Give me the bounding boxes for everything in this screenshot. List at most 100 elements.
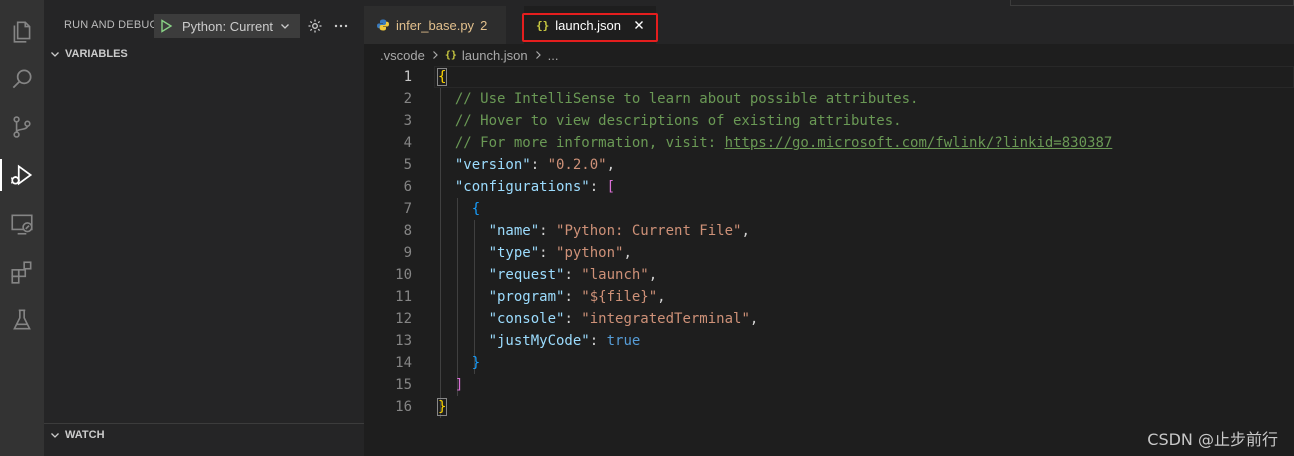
tab-infer-base[interactable]: infer_base.py 2	[364, 6, 506, 44]
line-number: 4	[403, 135, 412, 151]
remote-explorer-icon[interactable]	[6, 208, 38, 240]
code-content: "version": "0.2.0",	[438, 154, 615, 176]
code-content: "console": "integratedTerminal",	[438, 308, 759, 330]
code-token: "name"	[488, 223, 540, 239]
code-token: // For more information, visit:	[438, 135, 725, 151]
code-content: // Hover to view descriptions of existin…	[438, 110, 902, 132]
code-content: }	[436, 396, 448, 418]
code-line[interactable]: 1{	[364, 66, 1294, 88]
code-token: [	[606, 179, 616, 195]
code-content: ]	[438, 374, 463, 396]
code-line[interactable]: 6 "configurations": [	[364, 176, 1294, 198]
json-icon: {}	[444, 49, 457, 61]
code-token: "configurations"	[454, 179, 590, 195]
gear-icon[interactable]	[306, 17, 324, 35]
code-line[interactable]: 2 // Use IntelliSense to learn about pos…	[364, 88, 1294, 110]
watch-section-title: WATCH	[65, 428, 105, 441]
code-line[interactable]: 11 "program": "${file}",	[364, 286, 1294, 308]
line-number: 13	[395, 333, 412, 349]
code-line[interactable]: 12 "console": "integratedTerminal",	[364, 308, 1294, 330]
code-token: "integratedTerminal"	[581, 311, 750, 327]
code-token: // Hover to view descriptions of existin…	[438, 113, 902, 129]
code-token: "python"	[556, 245, 624, 261]
code-token: {	[436, 68, 448, 86]
variables-section-header[interactable]: VARIABLES	[44, 43, 364, 65]
line-number: 7	[403, 201, 412, 217]
code-token: true	[606, 333, 641, 349]
line-number: 12	[395, 311, 412, 327]
breadcrumb-symbols[interactable]: ...	[548, 48, 559, 63]
code-token: "version"	[454, 157, 531, 173]
code-editor[interactable]: 1{2 // Use IntelliSense to learn about p…	[364, 66, 1294, 456]
tab-label: launch.json	[555, 17, 622, 33]
code-token: }	[436, 398, 448, 416]
code-token: "console"	[488, 311, 565, 327]
python-icon	[376, 18, 390, 32]
line-number: 1	[403, 69, 412, 85]
code-line[interactable]: 5 "version": "0.2.0",	[364, 154, 1294, 176]
more-actions-icon[interactable]	[332, 17, 350, 35]
code-line[interactable]: 16}	[364, 396, 1294, 418]
tab-label: infer_base.py	[396, 17, 475, 33]
chevron-down-icon	[279, 20, 291, 32]
extensions-icon[interactable]	[6, 256, 38, 288]
start-debugging-icon[interactable]	[158, 18, 174, 34]
code-token: "${file}"	[581, 289, 658, 305]
code-token: "launch"	[581, 267, 649, 283]
tab-launch-json[interactable]: {} launch.json	[524, 6, 656, 44]
code-line[interactable]: 10 "request": "launch",	[364, 264, 1294, 286]
line-number: 2	[403, 91, 412, 107]
code-line[interactable]: 13 "justMyCode": true	[364, 330, 1294, 352]
code-line[interactable]: 3 // Hover to view descriptions of exist…	[364, 110, 1294, 132]
code-line[interactable]: 4 // For more information, visit: https:…	[364, 132, 1294, 154]
chevron-down-icon	[48, 47, 62, 61]
code-token: ]	[454, 377, 464, 393]
breadcrumb-folder[interactable]: .vscode	[380, 48, 425, 63]
testing-icon[interactable]	[6, 304, 38, 336]
source-control-icon[interactable]	[6, 111, 38, 143]
line-number: 15	[395, 377, 412, 393]
code-token: "0.2.0"	[547, 157, 607, 173]
explorer-icon[interactable]	[6, 16, 38, 48]
code-token: :	[589, 333, 607, 349]
json-icon: {}	[536, 18, 550, 32]
code-token: :	[589, 179, 607, 195]
code-token: ,	[606, 157, 616, 173]
code-token: ,	[741, 223, 750, 239]
code-line[interactable]: 14 }	[364, 352, 1294, 374]
search-icon[interactable]	[6, 63, 38, 95]
code-line[interactable]: 7 {	[364, 198, 1294, 220]
line-number: 10	[395, 267, 412, 283]
code-content: "name": "Python: Current File",	[438, 220, 750, 242]
code-token: ,	[657, 289, 666, 305]
code-link[interactable]: https://go.microsoft.com/fwlink/?linkid=…	[725, 135, 1113, 151]
breadcrumb-file[interactable]: launch.json	[462, 48, 528, 63]
close-icon[interactable]	[633, 19, 645, 31]
code-content: // Use IntelliSense to learn about possi…	[438, 88, 919, 110]
watch-section-header[interactable]: WATCH	[44, 423, 364, 445]
code-token: "type"	[488, 245, 540, 261]
code-content: "request": "launch",	[438, 264, 658, 286]
code-content: {	[438, 198, 480, 220]
code-line[interactable]: 8 "name": "Python: Current File",	[364, 220, 1294, 242]
code-content: "configurations": [	[438, 176, 615, 198]
code-token: {	[471, 201, 481, 217]
chevron-down-icon	[48, 428, 62, 442]
launch-config-select[interactable]: Python: Current	[154, 14, 300, 38]
sidebar-title: RUN AND DEBUG	[64, 19, 159, 31]
code-token: :	[530, 157, 548, 173]
code-line[interactable]: 15 ]	[364, 374, 1294, 396]
code-line[interactable]: 9 "type": "python",	[364, 242, 1294, 264]
run-debug-icon[interactable]	[0, 159, 38, 191]
line-number: 16	[395, 399, 412, 415]
code-token: :	[564, 289, 582, 305]
code-content: }	[438, 352, 480, 374]
